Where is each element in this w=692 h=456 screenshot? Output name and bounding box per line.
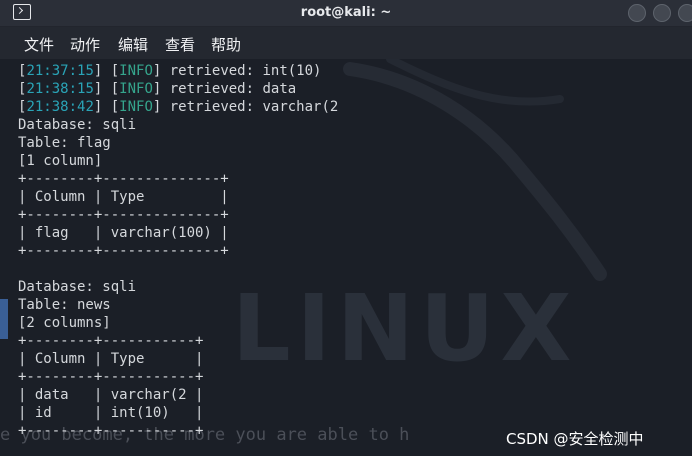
table-row: | flag | varchar(100) | — [18, 225, 229, 241]
table-header: | Column | Type | — [18, 351, 204, 367]
table-row: | id | int(10) | — [18, 405, 204, 421]
table-border: +--------+-----------+ — [18, 369, 204, 385]
terminal-output[interactable]: LINUX e you become, the more you are abl… — [0, 59, 692, 456]
log-line: [21:38:42] [INFO] retrieved: varchar(2 — [18, 99, 339, 115]
kali-dragon-logo — [343, 59, 607, 281]
close-button[interactable] — [678, 4, 692, 22]
output-line: [1 column] — [18, 153, 103, 169]
output-line: Table: news — [18, 297, 111, 313]
output-line: Table: flag — [18, 135, 111, 151]
table-border: +--------+--------------+ — [18, 171, 229, 187]
menu-bar: 文件 动作 编辑 查看 帮助 — [0, 27, 692, 59]
background-window-edge — [0, 299, 8, 339]
output-line: Database: sqli — [18, 117, 137, 133]
maximize-button[interactable] — [653, 4, 671, 22]
minimize-button[interactable] — [628, 4, 646, 22]
table-header: | Column | Type | — [18, 189, 229, 205]
menu-view[interactable]: 查看 — [165, 34, 195, 55]
log-line: [21:38:15] [INFO] retrieved: data — [18, 81, 297, 97]
table-border: +--------+-----------+ — [18, 423, 204, 439]
table-border: +--------+--------------+ — [18, 243, 229, 259]
table-row: | data | varchar(2 | — [18, 387, 204, 403]
csdn-watermark: CSDN @安全检测中 — [506, 430, 644, 448]
menu-edit[interactable]: 编辑 — [118, 34, 148, 55]
menu-file[interactable]: 文件 — [24, 34, 54, 55]
output-line: [2 columns] — [18, 315, 111, 331]
log-line: [21:37:15] [INFO] retrieved: int(10) — [18, 63, 322, 79]
title-bar: root@kali: ~ — [0, 0, 692, 27]
kali-linux-watermark: LINUX — [232, 275, 578, 382]
window-title: root@kali: ~ — [300, 5, 392, 20]
table-border: +--------+-----------+ — [18, 333, 204, 349]
menu-help[interactable]: 帮助 — [211, 34, 241, 55]
menu-actions[interactable]: 动作 — [70, 34, 100, 55]
table-border: +--------+--------------+ — [18, 207, 229, 223]
output-line: Database: sqli — [18, 279, 137, 295]
